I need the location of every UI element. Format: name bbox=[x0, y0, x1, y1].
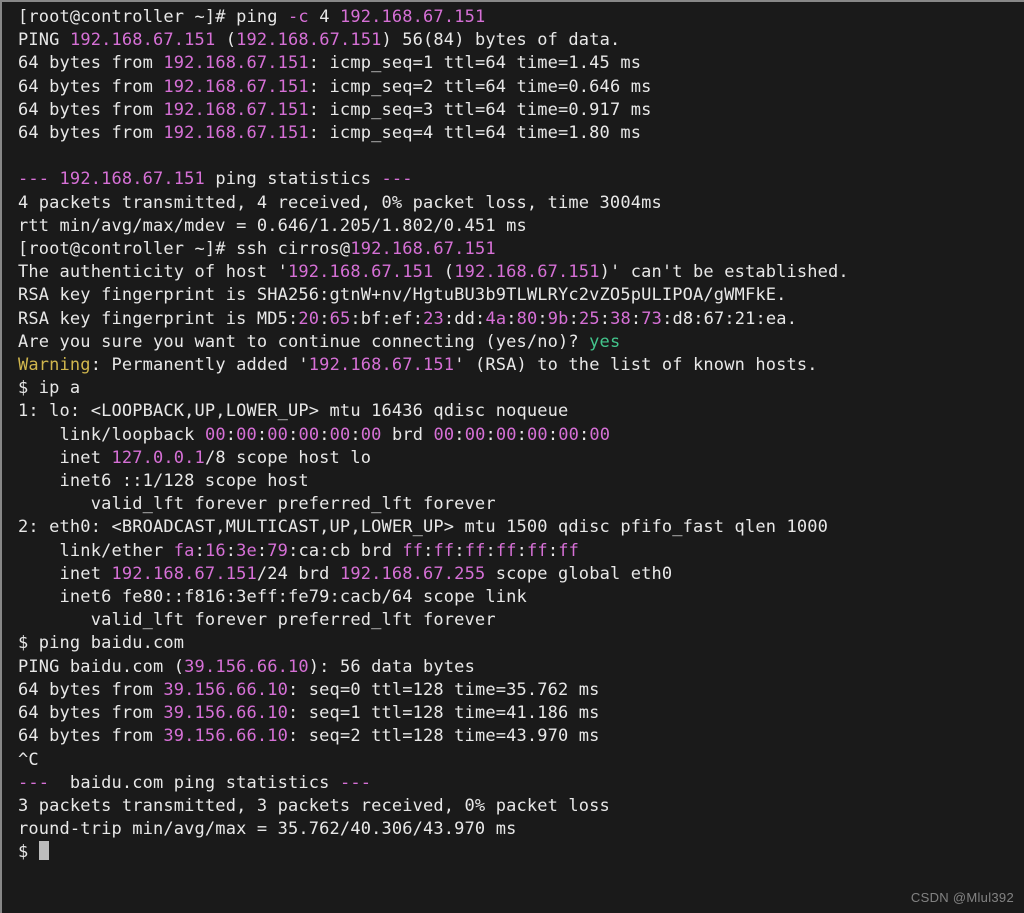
ping-reply-3: : icmp_seq=3 ttl=64 time=0.917 ms bbox=[309, 100, 652, 120]
ctrl-c: ^C bbox=[18, 750, 39, 770]
shell-prompt: [root@controller ~]# bbox=[18, 7, 236, 27]
cmd-ip-a: ip a bbox=[39, 378, 81, 398]
ping-reply-2: : icmp_seq=2 ttl=64 time=0.646 ms bbox=[309, 77, 652, 97]
cirros-prompt: $ bbox=[18, 842, 39, 862]
iface-eth0-header: 2: eth0: <BROADCAST,MULTICAST,UP,LOWER_U… bbox=[18, 517, 828, 537]
terminal-output[interactable]: [root@controller ~]# ping -c 4 192.168.6… bbox=[6, 2, 1020, 909]
ping-reply-1: : icmp_seq=1 ttl=64 time=1.45 ms bbox=[309, 53, 641, 73]
iface-lo-header: 1: lo: <LOOPBACK,UP,LOWER_UP> mtu 16436 … bbox=[18, 401, 568, 421]
terminal-window: [root@controller ~]# ping -c 4 192.168.6… bbox=[0, 0, 1024, 913]
ping-stats-rtt: rtt min/avg/max/mdev = 0.646/1.205/1.802… bbox=[18, 216, 527, 236]
ssh-confirm-answer: yes bbox=[589, 332, 620, 352]
ping-option: -c bbox=[288, 7, 309, 27]
baidu-stats-packets: 3 packets transmitted, 3 packets receive… bbox=[18, 796, 610, 816]
ping-reply-4: : icmp_seq=4 ttl=64 time=1.80 ms bbox=[309, 123, 641, 143]
baidu-reply-3: : seq=2 ttl=128 time=43.970 ms bbox=[288, 726, 600, 746]
cirros-prompt: $ bbox=[18, 633, 39, 653]
ssh-confirm-prompt: Are you sure you want to continue connec… bbox=[18, 332, 589, 352]
rsa-sha256: RSA key fingerprint is SHA256:gtnW+nv/Hg… bbox=[18, 285, 786, 305]
ping-stats-packets: 4 packets transmitted, 4 received, 0% pa… bbox=[18, 193, 662, 213]
ping-target-ip: 192.168.67.151 bbox=[340, 7, 485, 27]
warning-label: Warning bbox=[18, 355, 91, 375]
ssh-command: [root@controller ~]# ssh cirros@ bbox=[18, 239, 350, 259]
cmd-ping-baidu: ping baidu.com bbox=[39, 633, 184, 653]
cirros-prompt: $ bbox=[18, 378, 39, 398]
baidu-stats-rtt: round-trip min/avg/max = 35.762/40.306/4… bbox=[18, 819, 516, 839]
baidu-reply-2: : seq=1 ttl=128 time=41.186 ms bbox=[288, 703, 600, 723]
baidu-reply-1: : seq=0 ttl=128 time=35.762 ms bbox=[288, 680, 600, 700]
cursor-icon bbox=[39, 841, 49, 860]
cmd-ping: ping bbox=[236, 7, 288, 27]
watermark-text: CSDN @Mlul392 bbox=[911, 890, 1014, 905]
